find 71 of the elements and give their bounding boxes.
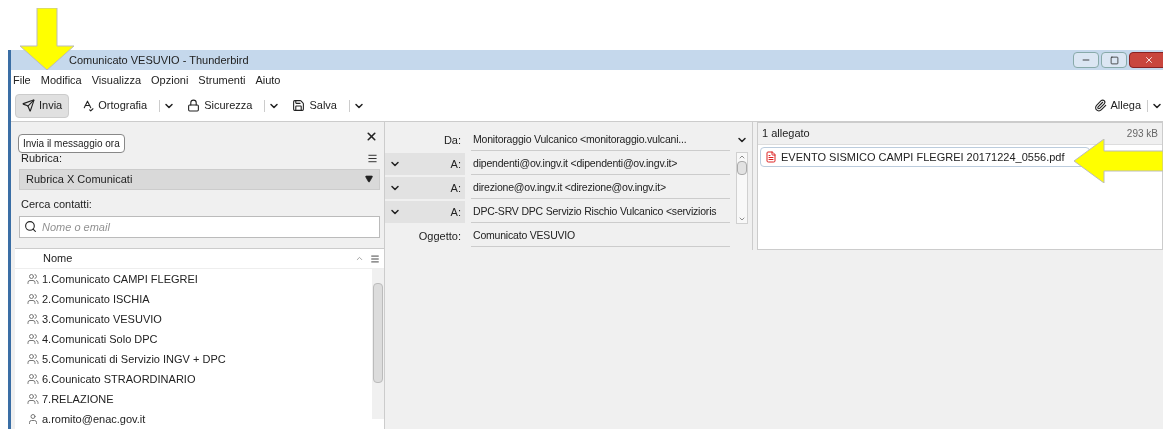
contact-row[interactable]: 4.Comunicati Solo DPC xyxy=(15,329,372,349)
contact-row[interactable]: a.romito@enac.gov.it xyxy=(15,409,372,429)
menu-item[interactable]: Opzioni xyxy=(151,71,189,89)
field-label: A: xyxy=(450,180,461,196)
attachment-size: 293 kB xyxy=(1126,127,1158,141)
field-label: A: xyxy=(450,156,461,172)
toolbar-button[interactable]: Salva xyxy=(286,93,343,118)
header-field[interactable]: dipendenti@ov.ingv.it <dipendenti@ov.ingv.it> xyxy=(471,153,730,175)
address-book-select[interactable]: Rubrica X Comunicati xyxy=(19,168,380,190)
sort-icon xyxy=(355,254,364,263)
dropdown-button[interactable] xyxy=(349,99,365,112)
close-icon xyxy=(1144,55,1154,65)
scrollbar-thumb[interactable] xyxy=(737,161,747,175)
dropdown-button[interactable] xyxy=(264,99,281,112)
lock-icon xyxy=(187,99,201,112)
person-icon xyxy=(27,413,39,425)
field-label: A: xyxy=(450,204,461,220)
dropdown-button[interactable] xyxy=(1147,99,1163,112)
scrollbar[interactable] xyxy=(736,152,748,224)
scroll-up-icon xyxy=(738,153,746,161)
group-icon xyxy=(27,293,39,305)
maximize-button[interactable] xyxy=(1101,52,1127,68)
scroll-down-icon xyxy=(738,215,746,223)
group-icon xyxy=(27,313,39,325)
header-field[interactable]: Comunicato VESUVIO xyxy=(471,225,730,247)
contact-row[interactable]: 5.Comunicati di Servizio INGV + DPC xyxy=(15,349,372,369)
header-field[interactable]: direzione@ov.ingv.it <direzione@ov.ingv.it> xyxy=(471,177,730,199)
toolbar-button[interactable]: Sicurezza xyxy=(181,93,259,118)
field-label: Rubrica: xyxy=(21,151,62,167)
menu-item[interactable]: Strumenti xyxy=(198,71,246,89)
menu-icon xyxy=(367,153,378,164)
attachment-count: 1 allegato xyxy=(762,126,810,142)
close-icon xyxy=(365,129,378,143)
maximize-icon xyxy=(1109,55,1119,65)
window-title: Comunicato VESUVIO - Thunderbird xyxy=(69,52,249,68)
group-icon xyxy=(27,393,39,405)
field-label: Cerca contatti: xyxy=(20,196,93,212)
pdf-icon xyxy=(765,151,777,163)
group-icon xyxy=(27,353,39,365)
dropdown-arrow-icon xyxy=(365,175,373,183)
field-label: Da: xyxy=(443,132,461,148)
menu-item[interactable]: Visualizza xyxy=(91,71,142,89)
header-field[interactable]: DPC-SRV DPC Servizio Rischio Vulcanico <servizioris xyxy=(471,201,730,223)
contact-row[interactable]: 1.Comunicato CAMPI FLEGREI xyxy=(15,269,372,289)
scrollbar[interactable] xyxy=(372,269,384,419)
search-icon xyxy=(24,220,37,233)
group-icon xyxy=(27,273,39,285)
column-picker-icon xyxy=(370,253,380,264)
contact-row[interactable]: 3.Comunicato VESUVIO xyxy=(15,309,372,329)
menu-item[interactable]: Aiuto xyxy=(255,71,281,89)
contact-row[interactable]: 6.Counicato STRAORDINARIO xyxy=(15,369,372,389)
close-button[interactable] xyxy=(1129,52,1163,68)
paperclip-icon xyxy=(1094,99,1108,112)
header-field[interactable]: Monitoraggio Vulcanico <monitoraggio.vulcani... xyxy=(471,129,730,151)
contact-row[interactable]: 7.RELAZIONE xyxy=(15,389,372,409)
group-icon xyxy=(27,333,39,345)
column-header[interactable]: Nome xyxy=(15,249,384,269)
tooltip: Invia il messaggio ora xyxy=(18,134,125,153)
group-icon xyxy=(27,373,39,385)
menu-item[interactable]: Modifica xyxy=(40,71,82,89)
search-field[interactable]: Nome o email xyxy=(19,216,380,238)
toolbar-button[interactable]: Invia xyxy=(15,93,70,118)
save-icon xyxy=(292,99,306,112)
menu-item[interactable]: File xyxy=(13,71,31,89)
attach-button[interactable]: Allega xyxy=(1094,97,1141,114)
spellcheck-icon xyxy=(81,99,95,112)
field-label: Oggetto: xyxy=(418,228,461,244)
contact-row[interactable]: 2.Comunicato ISCHIA xyxy=(15,289,372,309)
send-icon xyxy=(22,99,35,112)
dropdown-button[interactable] xyxy=(159,99,176,112)
toolbar-button[interactable]: Ortografia xyxy=(75,93,154,118)
